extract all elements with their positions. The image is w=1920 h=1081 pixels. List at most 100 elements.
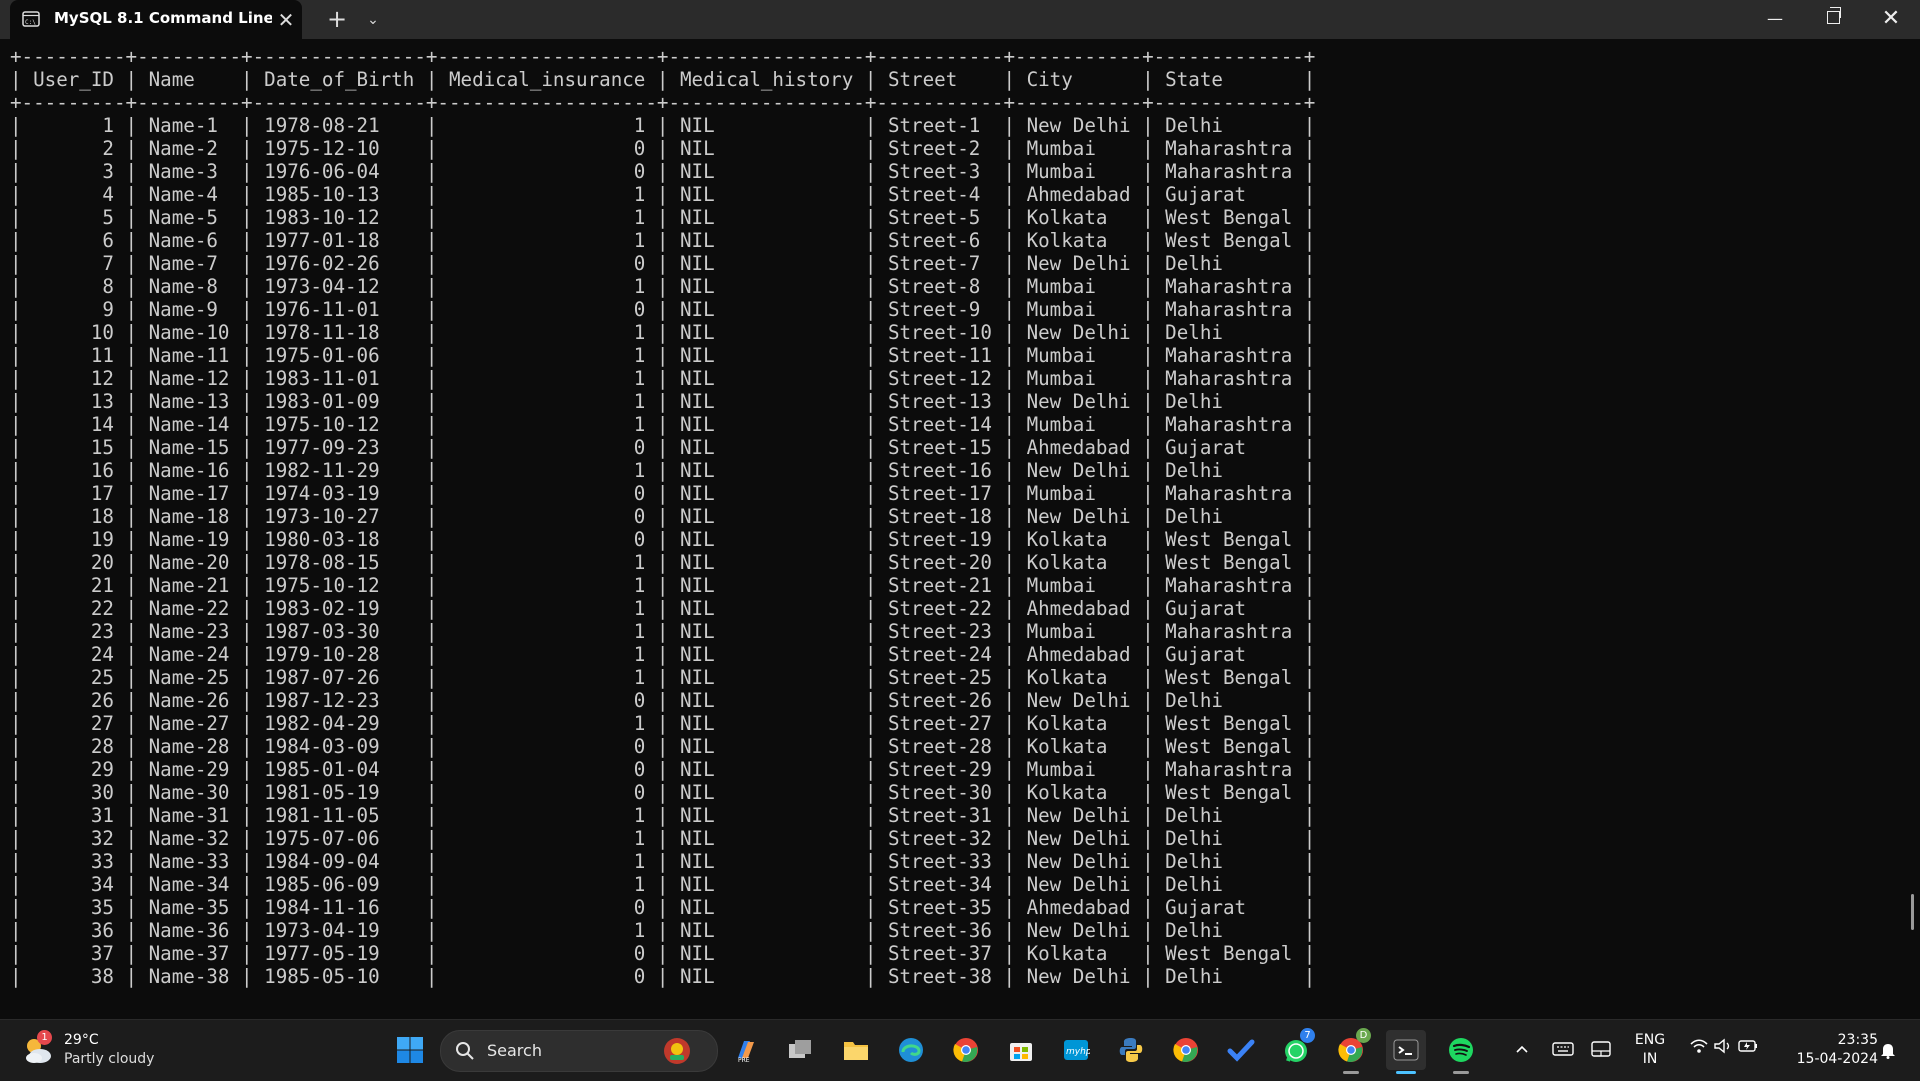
network-sound-battery-tray[interactable]: [1684, 1037, 1764, 1063]
table-row: | 32 | Name-32 | 1975-07-06 | 1 | NIL | …: [10, 827, 1316, 850]
table-row: | 15 | Name-15 | 1977-09-23 | 0 | NIL | …: [10, 436, 1316, 459]
task-view-app[interactable]: [781, 1030, 821, 1070]
restore-icon: [1826, 7, 1841, 24]
terminal-app[interactable]: [1386, 1030, 1426, 1074]
touchpad-tray[interactable]: [1588, 1037, 1614, 1063]
language-label: ENG: [1634, 1032, 1666, 1048]
table-row: | 33 | Name-33 | 1984-09-04 | 1 | NIL | …: [10, 850, 1316, 873]
whatsapp-app[interactable]: 7: [1276, 1028, 1316, 1070]
todo-app[interactable]: [1221, 1030, 1261, 1070]
table-row: | 24 | Name-24 | 1979-10-28 | 1 | NIL | …: [10, 643, 1316, 666]
copilot-app[interactable]: PRE: [726, 1030, 766, 1070]
title-bar: C:\ MySQL 8.1 Command Line Client ✕ + ⌄ …: [0, 0, 1920, 39]
whatsapp-badge: 7: [1300, 1028, 1315, 1043]
language-indicator[interactable]: ENG IN: [1630, 1031, 1670, 1069]
table-row: | 3 | Name-3 | 1976-06-04 | 0 | NIL | St…: [10, 160, 1316, 183]
table-row: | 14 | Name-14 | 1975-10-12 | 1 | NIL | …: [10, 413, 1316, 436]
table-row: | 2 | Name-2 | 1975-12-10 | 0 | NIL | St…: [10, 137, 1316, 160]
weather-description: Partly cloudy: [64, 1051, 155, 1067]
store-icon: [1010, 1043, 1032, 1061]
task-view-icon: [789, 1040, 811, 1058]
weather-widget[interactable]: 1 29°C Partly cloudy: [20, 1030, 190, 1072]
search-icon: [456, 1042, 474, 1060]
edge-icon: [899, 1038, 923, 1062]
table-row: | 9 | Name-9 | 1976-11-01 | 0 | NIL | St…: [10, 298, 1316, 321]
table-border: +---------+---------+---------------+---…: [10, 91, 1316, 114]
table-row: | 18 | Name-18 | 1973-10-27 | 0 | NIL | …: [10, 505, 1316, 528]
table-row: | 16 | Name-16 | 1982-11-29 | 1 | NIL | …: [10, 459, 1316, 482]
close-window-button[interactable]: ✕: [1862, 0, 1920, 39]
running-indicator: [1343, 1071, 1359, 1074]
table-row: | 23 | Name-23 | 1987-03-30 | 1 | NIL | …: [10, 620, 1316, 643]
table-row: | 26 | Name-26 | 1987-12-23 | 0 | NIL | …: [10, 689, 1316, 712]
table-row: | 8 | Name-8 | 1973-04-12 | 1 | NIL | St…: [10, 275, 1316, 298]
table-row: | 34 | Name-34 | 1985-06-09 | 1 | NIL | …: [10, 873, 1316, 896]
table-row: | 10 | Name-10 | 1978-11-18 | 1 | NIL | …: [10, 321, 1316, 344]
tab-title: MySQL 8.1 Command Line Client: [54, 9, 272, 27]
copilot-icon: PRE: [738, 1041, 754, 1064]
terminal-icon: [1393, 1039, 1419, 1061]
spotify-icon: [1449, 1038, 1473, 1062]
edge-app[interactable]: [891, 1030, 931, 1070]
folder-icon: [844, 1042, 868, 1060]
battery-icon: [1738, 1040, 1758, 1052]
start-button[interactable]: [390, 1030, 430, 1070]
table-row: | 17 | Name-17 | 1974-03-19 | 0 | NIL | …: [10, 482, 1316, 505]
terminal-output[interactable]: +---------+---------+---------------+---…: [0, 39, 1920, 1019]
search-highlight-icon: [664, 1038, 690, 1064]
notifications-button[interactable]: [1876, 1037, 1900, 1063]
keyboard-icon: [1552, 1042, 1574, 1056]
new-tab-button[interactable]: +: [322, 4, 352, 34]
clock-time: 23:35: [1837, 1032, 1878, 1048]
search-label: Search: [487, 1041, 542, 1060]
scrollbar-thumb[interactable]: [1911, 894, 1914, 930]
maximize-button[interactable]: [1804, 0, 1862, 39]
table-row: | 7 | Name-7 | 1976-02-26 | 0 | NIL | St…: [10, 252, 1316, 275]
chrome-app[interactable]: [1166, 1030, 1206, 1070]
table-row: | 36 | Name-36 | 1973-04-19 | 1 | NIL | …: [10, 919, 1316, 942]
keyboard-tray[interactable]: [1550, 1037, 1576, 1063]
search-input[interactable]: Search: [440, 1030, 718, 1072]
file-explorer-app[interactable]: [836, 1030, 876, 1070]
query-result-table: +---------+---------+---------------+---…: [10, 45, 1315, 988]
chrome-icon: [1173, 1038, 1198, 1062]
chrome-icon: [953, 1038, 978, 1062]
table-row: | 19 | Name-19 | 1980-03-18 | 0 | NIL | …: [10, 528, 1316, 551]
clock-date: 15-04-2024: [1796, 1051, 1878, 1067]
clock[interactable]: 23:35 15-04-2024: [1782, 1031, 1878, 1069]
chrome-d-app[interactable]: D: [1331, 1028, 1371, 1074]
svg-text:C:\: C:\: [25, 19, 36, 26]
checkmark-icon: [1227, 1039, 1255, 1062]
chevron-up-icon: [1516, 1045, 1528, 1053]
weather-badge: 1: [37, 1030, 52, 1045]
region-label: IN: [1642, 1051, 1658, 1067]
table-row: | 31 | Name-31 | 1981-11-05 | 1 | NIL | …: [10, 804, 1316, 827]
table-row: | 25 | Name-25 | 1987-07-26 | 1 | NIL | …: [10, 666, 1316, 689]
chrome-profile-app[interactable]: [946, 1030, 986, 1070]
table-row: | 1 | Name-1 | 1978-08-21 | 1 | NIL | St…: [10, 114, 1316, 137]
table-row: | 29 | Name-29 | 1985-01-04 | 0 | NIL | …: [10, 758, 1316, 781]
table-row: | 4 | Name-4 | 1985-10-13 | 1 | NIL | St…: [10, 183, 1316, 206]
myhp-app[interactable]: myhp: [1056, 1030, 1096, 1070]
table-row: | 30 | Name-30 | 1981-05-19 | 0 | NIL | …: [10, 781, 1316, 804]
tab-mysql-client[interactable]: C:\ MySQL 8.1 Command Line Client ✕: [10, 0, 302, 39]
store-app[interactable]: [1001, 1030, 1041, 1070]
python-app[interactable]: [1111, 1030, 1151, 1070]
show-hidden-icons-chevron[interactable]: [1510, 1037, 1534, 1063]
running-indicator: [1453, 1071, 1469, 1074]
python-icon: [1119, 1038, 1143, 1062]
touchpad-icon: [1591, 1041, 1611, 1057]
chrome-profile-badge: D: [1356, 1028, 1371, 1043]
chevron-down-icon[interactable]: ⌄: [358, 4, 388, 34]
svg-text:myhp: myhp: [1066, 1047, 1090, 1057]
table-row: | 38 | Name-38 | 1985-05-10 | 0 | NIL | …: [10, 965, 1316, 988]
minimize-button[interactable]: —: [1746, 0, 1804, 39]
table-row: | 11 | Name-11 | 1975-01-06 | 1 | NIL | …: [10, 344, 1316, 367]
table-row: | 21 | Name-21 | 1975-10-12 | 1 | NIL | …: [10, 574, 1316, 597]
bell-icon: [1881, 1044, 1895, 1059]
spotify-app[interactable]: [1441, 1030, 1481, 1074]
table-row: | 28 | Name-28 | 1984-03-09 | 0 | NIL | …: [10, 735, 1316, 758]
table-row: | 37 | Name-37 | 1977-05-19 | 0 | NIL | …: [10, 942, 1316, 965]
close-tab-icon[interactable]: ✕: [273, 7, 299, 33]
windows-logo-icon: [397, 1037, 423, 1063]
